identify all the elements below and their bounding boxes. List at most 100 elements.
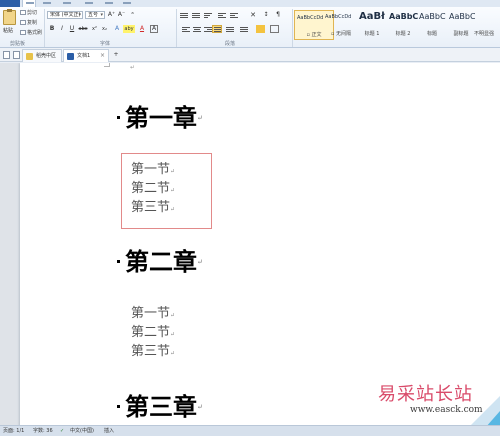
tab-view[interactable] bbox=[120, 0, 134, 7]
distributed-icon[interactable] bbox=[226, 26, 234, 33]
paragraph-mark: ↵ bbox=[197, 258, 203, 266]
text-effects-button[interactable]: A bbox=[113, 25, 121, 33]
docer-icon bbox=[26, 53, 33, 60]
close-tab-icon[interactable]: × bbox=[100, 50, 105, 62]
style-no-spacing[interactable]: AaBbCcDd ▫ 无间隔 bbox=[323, 10, 359, 40]
underline-button[interactable]: U bbox=[68, 25, 76, 33]
section-line[interactable]: 第二节↵ bbox=[131, 325, 175, 343]
char-border-button[interactable]: A bbox=[150, 25, 158, 33]
clipboard-icon bbox=[3, 9, 16, 25]
chapter-heading[interactable]: 第二章↵ bbox=[117, 247, 203, 277]
border-icon[interactable] bbox=[270, 25, 279, 33]
document-workspace[interactable]: ↵ 第一章↵ 第一节↵ 第二节↵ 第三节↵ 第二章↵ 第一节↵ 第二节↵ 第三节… bbox=[0, 63, 500, 425]
tab-docer[interactable]: 稻壳中区 bbox=[22, 49, 62, 62]
align-center-icon[interactable] bbox=[193, 26, 201, 33]
decrease-indent-icon[interactable] bbox=[218, 12, 226, 19]
ribbon-home: 粘贴 剪切 复制 格式刷 剪贴板 宋体 (中文正) 五号 A⁺ A⁻ ᵃ B I… bbox=[0, 7, 500, 48]
style-heading-2[interactable]: AaBbC 标题 2 bbox=[387, 10, 419, 40]
group-divider bbox=[44, 9, 45, 47]
style-title[interactable]: AaBbC 标题 bbox=[417, 10, 447, 40]
paragraph-group-label: 段落 bbox=[225, 41, 236, 47]
chapter-heading[interactable]: 第三章↵ bbox=[117, 392, 203, 422]
strikethrough-button[interactable]: abc bbox=[78, 25, 88, 33]
justify-icon bbox=[214, 26, 222, 33]
tab-page-layout[interactable] bbox=[60, 0, 74, 7]
status-page[interactable]: 页面: 1/1 bbox=[3, 426, 24, 436]
bold-button[interactable]: B bbox=[48, 25, 56, 33]
font-color-button[interactable]: A bbox=[138, 25, 146, 33]
menu-bar bbox=[0, 0, 500, 7]
section-line[interactable]: 第三节↵ bbox=[131, 344, 175, 362]
new-document-icon[interactable] bbox=[3, 51, 10, 59]
paragraph-mark: ↵ bbox=[197, 403, 203, 411]
italic-button[interactable]: I bbox=[58, 25, 66, 33]
align-left-icon[interactable] bbox=[182, 26, 190, 33]
cut-button[interactable]: 剪切 bbox=[20, 9, 37, 16]
justify-button[interactable] bbox=[212, 25, 222, 33]
paragraph-mark: ↵ bbox=[170, 331, 176, 338]
paragraph-mark: ↵ bbox=[170, 168, 176, 175]
paste-button[interactable]: 粘贴 bbox=[0, 7, 20, 37]
highlight-button[interactable]: aby bbox=[123, 25, 135, 33]
paragraph-mark: ↵ bbox=[130, 64, 136, 71]
numbered-list-icon[interactable] bbox=[192, 12, 200, 19]
heading-bullet bbox=[117, 116, 120, 119]
paragraph-mark: ↵ bbox=[170, 187, 176, 194]
word-doc-icon bbox=[67, 53, 74, 60]
copy-button[interactable]: 复制 bbox=[20, 19, 37, 26]
status-word-count[interactable]: 字数: 36 bbox=[33, 426, 53, 436]
status-insert-mode[interactable]: 插入 bbox=[104, 426, 114, 436]
scissors-icon bbox=[20, 10, 26, 15]
group-divider bbox=[176, 9, 177, 47]
shrink-font-button[interactable]: A⁻ bbox=[117, 11, 126, 19]
paragraph-mark: ↵ bbox=[170, 312, 176, 319]
section-line[interactable]: 第一节↵ bbox=[131, 162, 175, 180]
tab-references[interactable] bbox=[82, 0, 96, 7]
tab-home[interactable] bbox=[22, 0, 36, 7]
document-page[interactable]: ↵ 第一章↵ 第一节↵ 第二节↵ 第三节↵ 第二章↵ 第一节↵ 第二节↵ 第三节… bbox=[20, 63, 500, 425]
shading-icon[interactable] bbox=[256, 25, 265, 33]
group-divider bbox=[292, 9, 293, 47]
document-tab-bar: 稻壳中区 文档1 × + bbox=[0, 48, 500, 62]
superscript-button[interactable]: x² bbox=[90, 25, 99, 33]
brush-icon bbox=[20, 30, 26, 35]
sort-icon[interactable]: ↕ bbox=[262, 11, 270, 19]
font-size-select[interactable]: 五号 bbox=[85, 11, 105, 19]
watermark-logo-text: 易采站长站 bbox=[378, 384, 473, 405]
chapter-heading[interactable]: 第一章↵ bbox=[117, 103, 203, 133]
bullet-list-icon[interactable] bbox=[180, 12, 188, 19]
format-painter-button[interactable]: 格式刷 bbox=[20, 29, 42, 36]
line-spacing-icon[interactable] bbox=[240, 26, 248, 33]
tab-review[interactable] bbox=[102, 0, 116, 7]
style-subtle-emphasis[interactable]: 不明显强 bbox=[474, 10, 500, 40]
clipboard-group-label: 剪贴板 bbox=[10, 41, 26, 47]
style-heading-1[interactable]: AaBł 标题 1 bbox=[357, 10, 387, 40]
heading-bullet bbox=[117, 260, 120, 263]
increase-indent-icon[interactable] bbox=[230, 12, 238, 19]
tab-document1[interactable]: 文档1 × bbox=[63, 49, 109, 62]
watermark-url: www.easck.com bbox=[410, 405, 483, 415]
new-tab-button[interactable]: + bbox=[112, 51, 120, 59]
clear-format-button[interactable]: ᵃ bbox=[128, 11, 137, 19]
paragraph-mark: ↵ bbox=[170, 206, 176, 213]
cross-icon[interactable]: ✕ bbox=[248, 11, 258, 19]
section-line[interactable]: 第二节↵ bbox=[131, 181, 175, 199]
file-menu-button[interactable] bbox=[0, 0, 20, 7]
margin-corner-mark bbox=[104, 63, 110, 67]
spellcheck-icon[interactable]: ✓ bbox=[60, 426, 64, 436]
style-subtitle[interactable]: AaBbC 副标题 bbox=[447, 10, 475, 40]
open-folder-icon[interactable] bbox=[13, 51, 20, 59]
tab-insert[interactable] bbox=[40, 0, 54, 7]
multilevel-list-icon[interactable] bbox=[204, 12, 212, 19]
font-name-select[interactable]: 宋体 (中文正) bbox=[47, 11, 83, 19]
heading-bullet bbox=[117, 405, 120, 408]
subscript-button[interactable]: x₂ bbox=[100, 25, 109, 33]
copy-icon bbox=[20, 20, 26, 25]
grow-font-button[interactable]: A⁺ bbox=[107, 11, 116, 19]
paragraph-mark: ↵ bbox=[170, 350, 176, 357]
status-language[interactable]: 中文(中国) bbox=[70, 426, 94, 436]
pilcrow-icon[interactable]: ¶ bbox=[274, 11, 282, 19]
section-line[interactable]: 第三节↵ bbox=[131, 200, 175, 218]
section-line[interactable]: 第一节↵ bbox=[131, 306, 175, 324]
align-right-icon[interactable] bbox=[204, 26, 212, 33]
